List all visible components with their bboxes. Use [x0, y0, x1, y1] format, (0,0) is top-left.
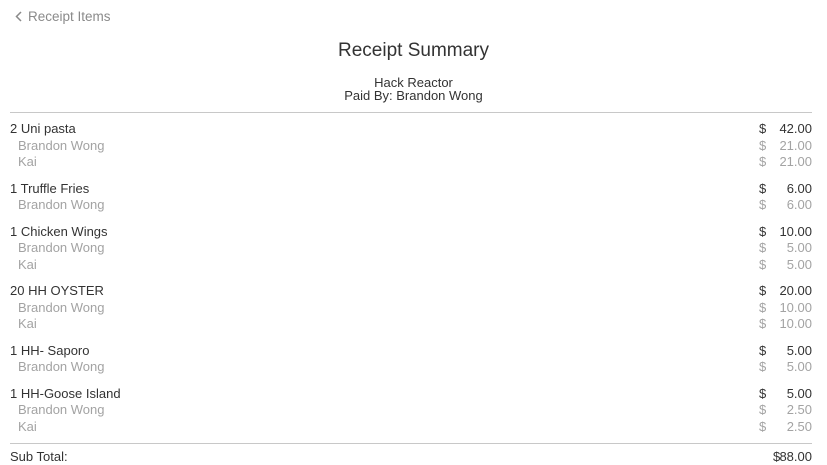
receipt-item: 1 Chicken Wings $10.00 Brandon Wong $5.00 Ka… — [10, 224, 812, 274]
share-row: Brandon Wong $6.00 — [10, 197, 812, 214]
share-row-label: Brandon Wong — [18, 299, 105, 315]
share-row: Brandon Wong $5.00 — [10, 240, 812, 257]
share-row: Brandon Wong $2.50 — [10, 402, 812, 419]
receipt-item: 1 HH-Goose Island $5.00 Brandon Wong $2.50 K… — [10, 386, 812, 436]
header-divider — [10, 112, 812, 113]
amount-value: 10.00 — [779, 223, 812, 239]
currency-symbol: $ — [759, 359, 767, 374]
currency-symbol: $ — [759, 342, 767, 358]
share-row-label: Kai — [18, 316, 37, 331]
item-row-label: 1 HH-Goose Island — [10, 385, 121, 401]
item-row-label: 1 HH- Saporo — [10, 342, 90, 358]
amount-value: 42.00 — [779, 121, 812, 136]
share-row-label: Brandon Wong — [18, 197, 105, 212]
share-row-label: Brandon Wong — [18, 240, 105, 255]
currency-symbol: $ — [759, 316, 767, 331]
item-row: 1 Chicken Wings $10.00 — [10, 224, 812, 241]
item-row-label: 20 HH OYSTER — [10, 283, 104, 298]
share-row-label: Kai — [18, 154, 37, 169]
subtotal-label: Sub Total: — [10, 449, 68, 464]
back-link[interactable]: Receipt Items — [15, 7, 111, 25]
share-row: Kai $5.00 — [10, 257, 812, 274]
page-title: Receipt Summary — [338, 40, 489, 61]
amount-value: 5.00 — [786, 342, 812, 358]
receipt-item: 1 HH- Saporo $5.00 Brandon Wong $5.00 — [10, 343, 812, 376]
subtotal-row: Sub Total: $ 88.00 — [10, 449, 812, 465]
item-row: 20 HH OYSTER $20.00 — [10, 283, 812, 300]
share-row-label: Brandon Wong — [18, 137, 105, 153]
amount-value: 20.00 — [779, 283, 812, 298]
chevron-left-icon — [15, 10, 22, 22]
share-row: Kai $2.50 — [10, 419, 812, 436]
amount-value: 10.00 — [779, 316, 812, 331]
share-row: Brandon Wong $5.00 — [10, 359, 812, 376]
amount-value: 5.00 — [786, 256, 812, 272]
back-link-label: Receipt Items — [28, 8, 111, 24]
receipt-item: 1 Truffle Fries $6.00 Brandon Wong $6.00 — [10, 181, 812, 214]
currency-symbol: $ — [759, 154, 767, 169]
paid-by-text: Paid By: Brandon Wong — [344, 88, 483, 103]
receipt-items-list: 2 Uni pasta $42.00 Brandon Wong $21.00 Kai $2… — [10, 121, 812, 445]
currency-symbol: $ — [759, 299, 767, 315]
currency-symbol: $ — [759, 240, 767, 255]
currency-symbol: $ — [759, 137, 767, 153]
currency-symbol: $ — [759, 197, 767, 212]
currency-symbol: $ — [759, 402, 767, 417]
receipt-item: 2 Uni pasta $42.00 Brandon Wong $21.00 Kai $2… — [10, 121, 812, 171]
amount-value: 5.00 — [786, 385, 812, 401]
amount-value: 2.50 — [786, 418, 812, 434]
share-row-label: Brandon Wong — [18, 359, 105, 374]
currency-symbol: $ — [759, 385, 767, 401]
subtotal-value: 88.00 — [779, 449, 812, 464]
amount-value: 10.00 — [779, 299, 812, 315]
total-divider — [10, 443, 812, 444]
currency-symbol: $ — [759, 121, 767, 136]
receipt-item: 20 HH OYSTER $20.00 Brandon Wong $10.00 Kai $… — [10, 283, 812, 333]
amount-value: 6.00 — [786, 197, 812, 212]
amount-value: 21.00 — [779, 137, 812, 153]
share-row-label: Kai — [18, 418, 37, 434]
item-row-label: 2 Uni pasta — [10, 121, 76, 136]
amount-value: 21.00 — [779, 154, 812, 169]
item-row: 1 Truffle Fries $6.00 — [10, 181, 812, 198]
item-row-label: 1 Truffle Fries — [10, 180, 90, 196]
currency-symbol: $ — [759, 418, 767, 434]
share-row: Brandon Wong $10.00 — [10, 300, 812, 317]
share-row-label: Kai — [18, 256, 37, 272]
amount-value: 5.00 — [786, 359, 812, 374]
amount-value: 6.00 — [786, 180, 812, 196]
item-row: 1 HH- Saporo $5.00 — [10, 343, 812, 360]
item-row: 1 HH-Goose Island $5.00 — [10, 386, 812, 403]
currency-symbol: $ — [759, 223, 767, 239]
amount-value: 2.50 — [786, 402, 812, 417]
share-row: Brandon Wong $21.00 — [10, 138, 812, 155]
share-row-label: Brandon Wong — [18, 402, 105, 417]
item-row: 2 Uni pasta $42.00 — [10, 121, 812, 138]
share-row: Kai $10.00 — [10, 316, 812, 333]
currency-symbol: $ — [759, 256, 767, 272]
item-row-label: 1 Chicken Wings — [10, 223, 108, 239]
share-row: Kai $21.00 — [10, 154, 812, 171]
currency-symbol: $ — [759, 180, 767, 196]
currency-symbol: $ — [759, 283, 767, 298]
amount-value: 5.00 — [786, 240, 812, 255]
